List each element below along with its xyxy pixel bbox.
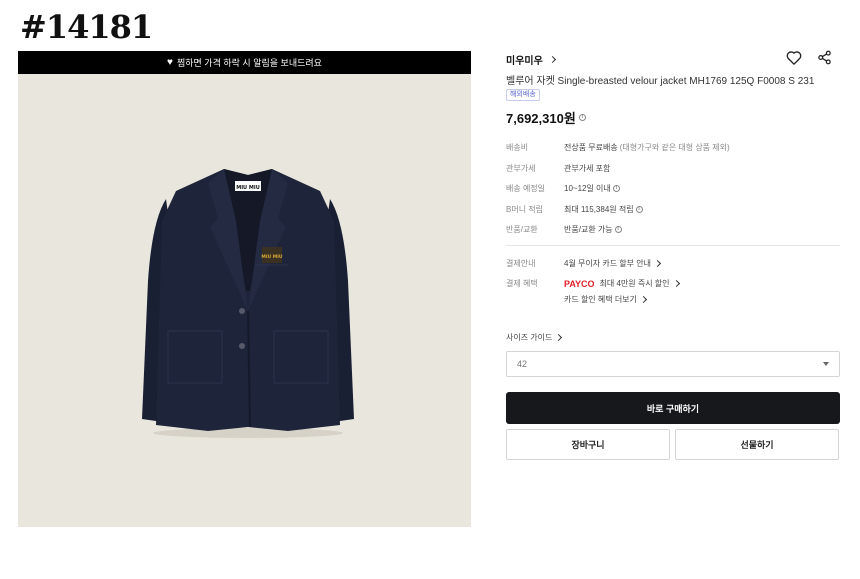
caret-down-icon (823, 362, 829, 366)
detail-note: (대형가구와 같은 대형 상품 제외) (619, 143, 730, 152)
overseas-shipping-badge: 해외배송 (506, 89, 540, 101)
detail-value: 10~12일 이내 (564, 184, 611, 193)
like-button[interactable] (785, 48, 803, 66)
price-value: 7,692,310원 (506, 111, 576, 126)
payment-benefit-row: 결제 혜택 PAYCO 최대 4만원 즉시 할인 (506, 278, 680, 289)
payment-guide-row: 결제안내 4월 무이자 카드 할부 안내 (506, 258, 661, 269)
size-selected-value: 42 (517, 359, 528, 369)
chevron-right-icon (653, 259, 661, 268)
product-price: 7,692,310원 i (506, 108, 586, 127)
payment-benefit-label: 결제 혜택 (506, 279, 538, 288)
jacket-label: MIU MIU (236, 185, 260, 191)
share-icon (817, 50, 831, 64)
size-select[interactable]: 42 (506, 351, 840, 377)
detail-row-return: 반품/교환 반품/교환 가능 i (506, 224, 622, 235)
product-image: ♥ 찜하면 가격 하락 시 알림을 보내드려요 MIU MIU MIU MIU (18, 51, 471, 527)
payco-logo: PAYCO (564, 278, 595, 289)
heart-icon: ♥ (167, 56, 173, 68)
size-guide-link[interactable]: 사이즈 가이드 (506, 332, 563, 343)
detail-value: 최대 115,384원 적립 (564, 205, 634, 214)
detail-label: 반품/교환 (506, 225, 538, 234)
chevron-right-icon (555, 333, 563, 342)
detail-row-bmoney: B머니 적립 최대 115,384원 적립 i (506, 204, 643, 215)
info-icon[interactable]: i (612, 185, 620, 192)
detail-label: B머니 적립 (506, 205, 543, 214)
detail-label: 배송 예정일 (506, 184, 546, 193)
wish-banner: ♥ 찜하면 가격 하락 시 알림을 보내드려요 (18, 51, 471, 74)
detail-row-delivery-date: 배송 예정일 10~12일 이내 i (506, 183, 620, 194)
brand-link[interactable]: 미우미우 (506, 52, 556, 67)
buy-now-button[interactable]: 바로 구매하기 (506, 392, 840, 424)
add-to-cart-button[interactable]: 장바구니 (506, 429, 670, 460)
detail-label: 배송비 (506, 143, 529, 152)
payment-guide-label: 결제안내 (506, 259, 536, 268)
gift-button[interactable]: 선물하기 (675, 429, 839, 460)
page-id: #14181 (20, 8, 153, 46)
info-icon[interactable]: i (635, 206, 643, 213)
detail-value: 반품/교환 가능 (564, 225, 613, 234)
jacket-illustration: MIU MIU MIU MIU (142, 169, 354, 438)
card-discount-link[interactable]: 카드 할인 혜택 더보기 (564, 294, 647, 305)
detail-value: 관부가세 포함 (564, 164, 611, 173)
installment-info-link[interactable]: 4월 무이자 카드 할부 안내 (564, 258, 661, 269)
patch-logo: MIU MIU (261, 254, 283, 260)
detail-label: 관부가세 (506, 164, 536, 173)
chevron-right-icon (672, 279, 680, 288)
chevron-right-icon (639, 295, 647, 304)
product-name: 벨루어 자켓 Single-breasted velour jacket MH1… (506, 76, 815, 87)
chevron-right-icon (548, 55, 556, 64)
detail-row-shipping-fee: 배송비 전상품 무료배송 (대형가구와 같은 대형 상품 제외) (506, 142, 730, 153)
price-info-icon[interactable]: i (578, 114, 586, 121)
divider (506, 245, 840, 246)
heart-outline-icon (786, 50, 802, 65)
detail-row-customs: 관부가세 관부가세 포함 (506, 163, 610, 174)
detail-value: 전상품 무료배송 (564, 143, 618, 152)
info-icon[interactable]: i (614, 226, 622, 233)
payco-benefit-link[interactable]: PAYCO 최대 4만원 즉시 할인 (564, 278, 680, 289)
brand-name: 미우미우 (506, 56, 543, 67)
wish-banner-text: 찜하면 가격 하락 시 알림을 보내드려요 (176, 58, 322, 68)
share-button[interactable] (815, 48, 833, 66)
